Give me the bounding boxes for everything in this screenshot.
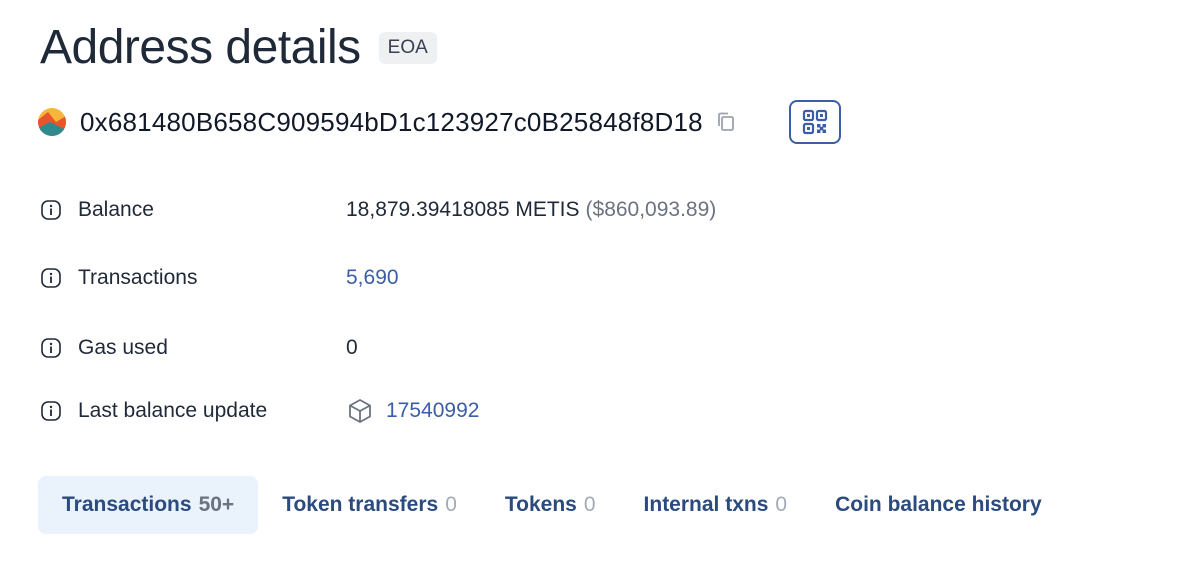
tab-count: 0: [445, 493, 457, 516]
tab-label: Transactions: [62, 493, 192, 516]
transactions-count-link[interactable]: 5,690: [346, 266, 399, 290]
detail-row-transactions: Transactions 5,690: [40, 254, 1140, 302]
qr-code-button[interactable]: [788, 100, 841, 144]
address-details-page: Address details EOA 0x681480B658C909594b…: [0, 0, 1200, 572]
balance-usd: ($860,093.89): [585, 198, 717, 221]
balance-label: Balance: [78, 198, 154, 221]
tab-count: 0: [775, 493, 788, 516]
address-hash[interactable]: 0x681480B658C909594bD1c123927c0B25848f8D…: [80, 107, 703, 138]
identicon-avatar: [38, 108, 66, 136]
gas-used-label: Gas used: [78, 336, 168, 359]
last-balance-update-label: Last balance update: [78, 399, 268, 422]
transactions-label: Transactions: [78, 266, 198, 289]
balance-value: 18,879.39418085 METIS ($860,093.89): [346, 198, 716, 222]
tab-token-transfers[interactable]: Token transfers 0: [258, 476, 481, 534]
tab-tokens[interactable]: Tokens 0: [481, 476, 620, 534]
header: Address details EOA: [40, 18, 437, 78]
tab-label: Tokens: [504, 493, 577, 516]
address-row: 0x681480B658C909594bD1c123927c0B25848f8D…: [38, 98, 841, 146]
page-title: Address details: [40, 21, 361, 74]
address-tabs: Transactions 50+ Token transfers 0 Token…: [38, 476, 1066, 534]
detail-row-last-balance-update: Last balance update 17540992: [40, 387, 1140, 435]
info-icon[interactable]: [40, 400, 62, 422]
block-number-link[interactable]: 17540992: [386, 399, 479, 423]
info-icon[interactable]: [40, 199, 62, 221]
info-icon[interactable]: [40, 337, 62, 359]
address-type-badge: EOA: [378, 32, 437, 64]
tab-count: 50+: [198, 493, 235, 516]
tab-label: Token transfers: [282, 493, 439, 516]
block-cube-icon: [346, 397, 374, 425]
tab-count: 0: [583, 493, 596, 516]
qr-code-icon: [802, 109, 827, 135]
info-icon[interactable]: [40, 267, 62, 289]
detail-row-balance: Balance 18,879.39418085 METIS ($860,093.…: [40, 186, 1140, 234]
copy-icon[interactable]: [715, 111, 737, 133]
detail-row-gas-used: Gas used 0: [40, 324, 1140, 372]
last-balance-update-value: 17540992: [346, 397, 479, 425]
tab-internal-txns[interactable]: Internal txns 0: [620, 476, 812, 534]
gas-used-value: 0: [346, 336, 358, 359]
balance-amount: 18,879.39418085 METIS: [346, 198, 580, 221]
tab-coin-balance-history[interactable]: Coin balance history: [811, 476, 1066, 534]
tab-label: Internal txns: [643, 493, 769, 516]
tab-transactions[interactable]: Transactions 50+: [38, 476, 259, 534]
tab-label: Coin balance history: [835, 493, 1042, 516]
